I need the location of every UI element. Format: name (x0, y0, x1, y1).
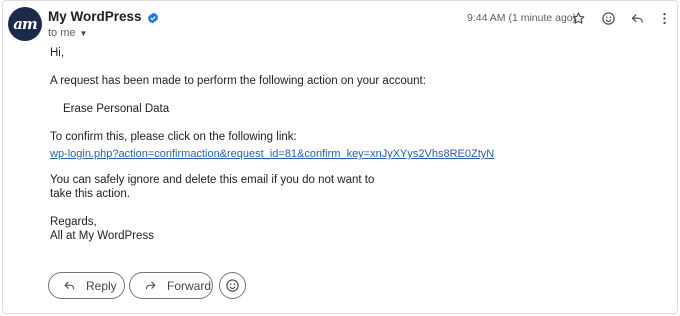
forward-button-label: Forward (167, 278, 212, 293)
recipient-toggle[interactable]: to me ▼ (48, 27, 87, 39)
sender-line: My WordPress (48, 9, 159, 24)
email-message: am My WordPress to me ▼ 9:44 AM (1 minut… (2, 0, 678, 314)
reply-button[interactable]: Reply (48, 272, 125, 299)
email-confirm-prompt: To confirm this, please click on the fol… (50, 131, 297, 143)
star-icon (572, 11, 584, 24)
star-button[interactable] (569, 9, 587, 27)
sender-avatar[interactable]: am (8, 7, 42, 41)
emoji-icon (601, 11, 615, 25)
confirmation-link[interactable]: wp-login.php?action=confirmaction&reques… (50, 148, 494, 160)
avatar-text: am (13, 15, 38, 33)
chevron-down-icon: ▼ (79, 28, 88, 38)
email-ignore-line-1: You can safely ignore and delete this em… (50, 174, 375, 186)
email-greeting: Hi, (50, 47, 65, 59)
sender-name[interactable]: My WordPress (48, 9, 142, 24)
email-ignore-line-2: take this action. (50, 188, 130, 200)
emoji-icon (226, 279, 239, 292)
recipient-label: to me (48, 27, 76, 39)
reply-icon (63, 279, 76, 292)
verified-badge-icon (147, 11, 159, 23)
email-signoff: Regards, (50, 216, 97, 228)
timestamp: 9:44 AM (1 minute ago) (467, 12, 577, 24)
reply-icon-button[interactable] (628, 9, 646, 27)
email-action: Erase Personal Data (63, 103, 170, 115)
more-vert-icon (662, 12, 666, 24)
reply-icon (631, 13, 643, 23)
forward-button[interactable]: Forward (129, 272, 213, 299)
emoji-reaction-button[interactable] (599, 9, 617, 27)
forward-icon (144, 279, 157, 292)
email-intro: A request has been made to perform the f… (50, 75, 426, 87)
email-signature: All at My WordPress (50, 230, 154, 242)
emoji-reaction-pill-button[interactable] (219, 272, 246, 299)
more-options-button[interactable] (655, 9, 673, 27)
reply-button-label: Reply (86, 278, 117, 293)
